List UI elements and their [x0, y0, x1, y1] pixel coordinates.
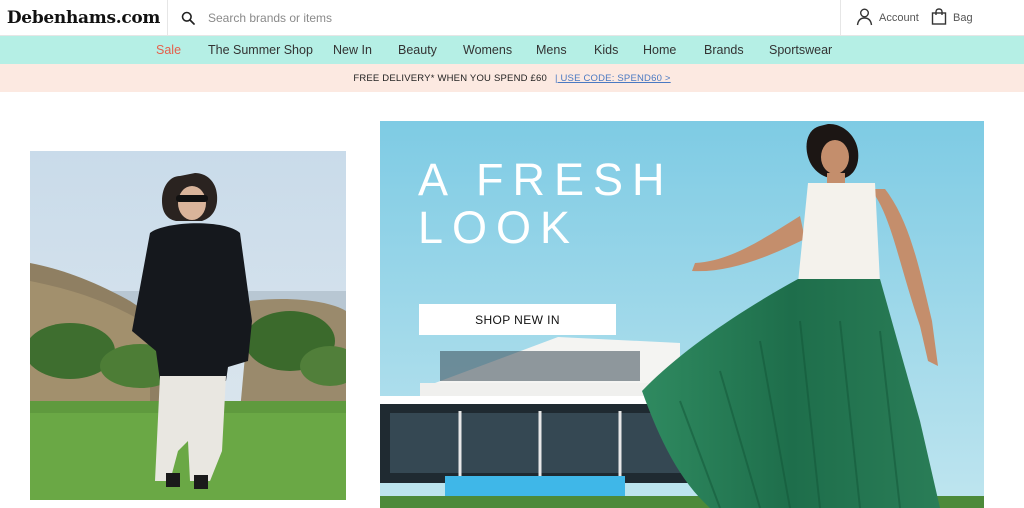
bag-label: Bag [953, 12, 973, 24]
womens-promo-image[interactable] [30, 151, 346, 500]
nav-item-summer-shop[interactable]: The Summer Shop [208, 36, 313, 64]
promo-text: FREE DELIVERY* WHEN YOU SPEND £60 [353, 72, 547, 84]
user-icon [856, 8, 873, 29]
nav-item-womens[interactable]: Womens [463, 36, 512, 64]
search-bar[interactable] [168, 0, 841, 36]
site-header: Debenhams.com Account Bag [0, 0, 1024, 36]
account-label: Account [879, 12, 919, 24]
nav-item-beauty[interactable]: Beauty [398, 36, 437, 64]
main-nav: Sale The Summer Shop New In Beauty Women… [0, 36, 1024, 64]
nav-item-new-in[interactable]: New In [333, 36, 372, 64]
nav-item-sale[interactable]: Sale [156, 36, 181, 64]
promo-banner: FREE DELIVERY* WHEN YOU SPEND £60 | USE … [0, 64, 1024, 92]
bag-link[interactable]: Bag [931, 0, 973, 36]
promo-code-link[interactable]: | USE CODE: SPEND60 > [555, 73, 671, 84]
hero-title: A FRESH LOOK [418, 156, 674, 252]
nav-item-brands[interactable]: Brands [704, 36, 744, 64]
nav-item-mens[interactable]: Mens [536, 36, 567, 64]
nav-item-kids[interactable]: Kids [594, 36, 618, 64]
hero-title-line-1: A FRESH [418, 154, 674, 205]
bag-icon [931, 8, 947, 28]
hero-title-line-2: LOOK [418, 202, 580, 253]
search-input[interactable] [208, 11, 708, 25]
site-logo[interactable]: Debenhams.com [0, 0, 168, 36]
shop-new-in-button[interactable]: SHOP NEW IN [419, 304, 616, 335]
search-icon[interactable] [180, 10, 196, 26]
account-link[interactable]: Account [856, 0, 919, 36]
nav-item-home[interactable]: Home [643, 36, 676, 64]
nav-item-sportswear[interactable]: Sportswear [769, 36, 832, 64]
